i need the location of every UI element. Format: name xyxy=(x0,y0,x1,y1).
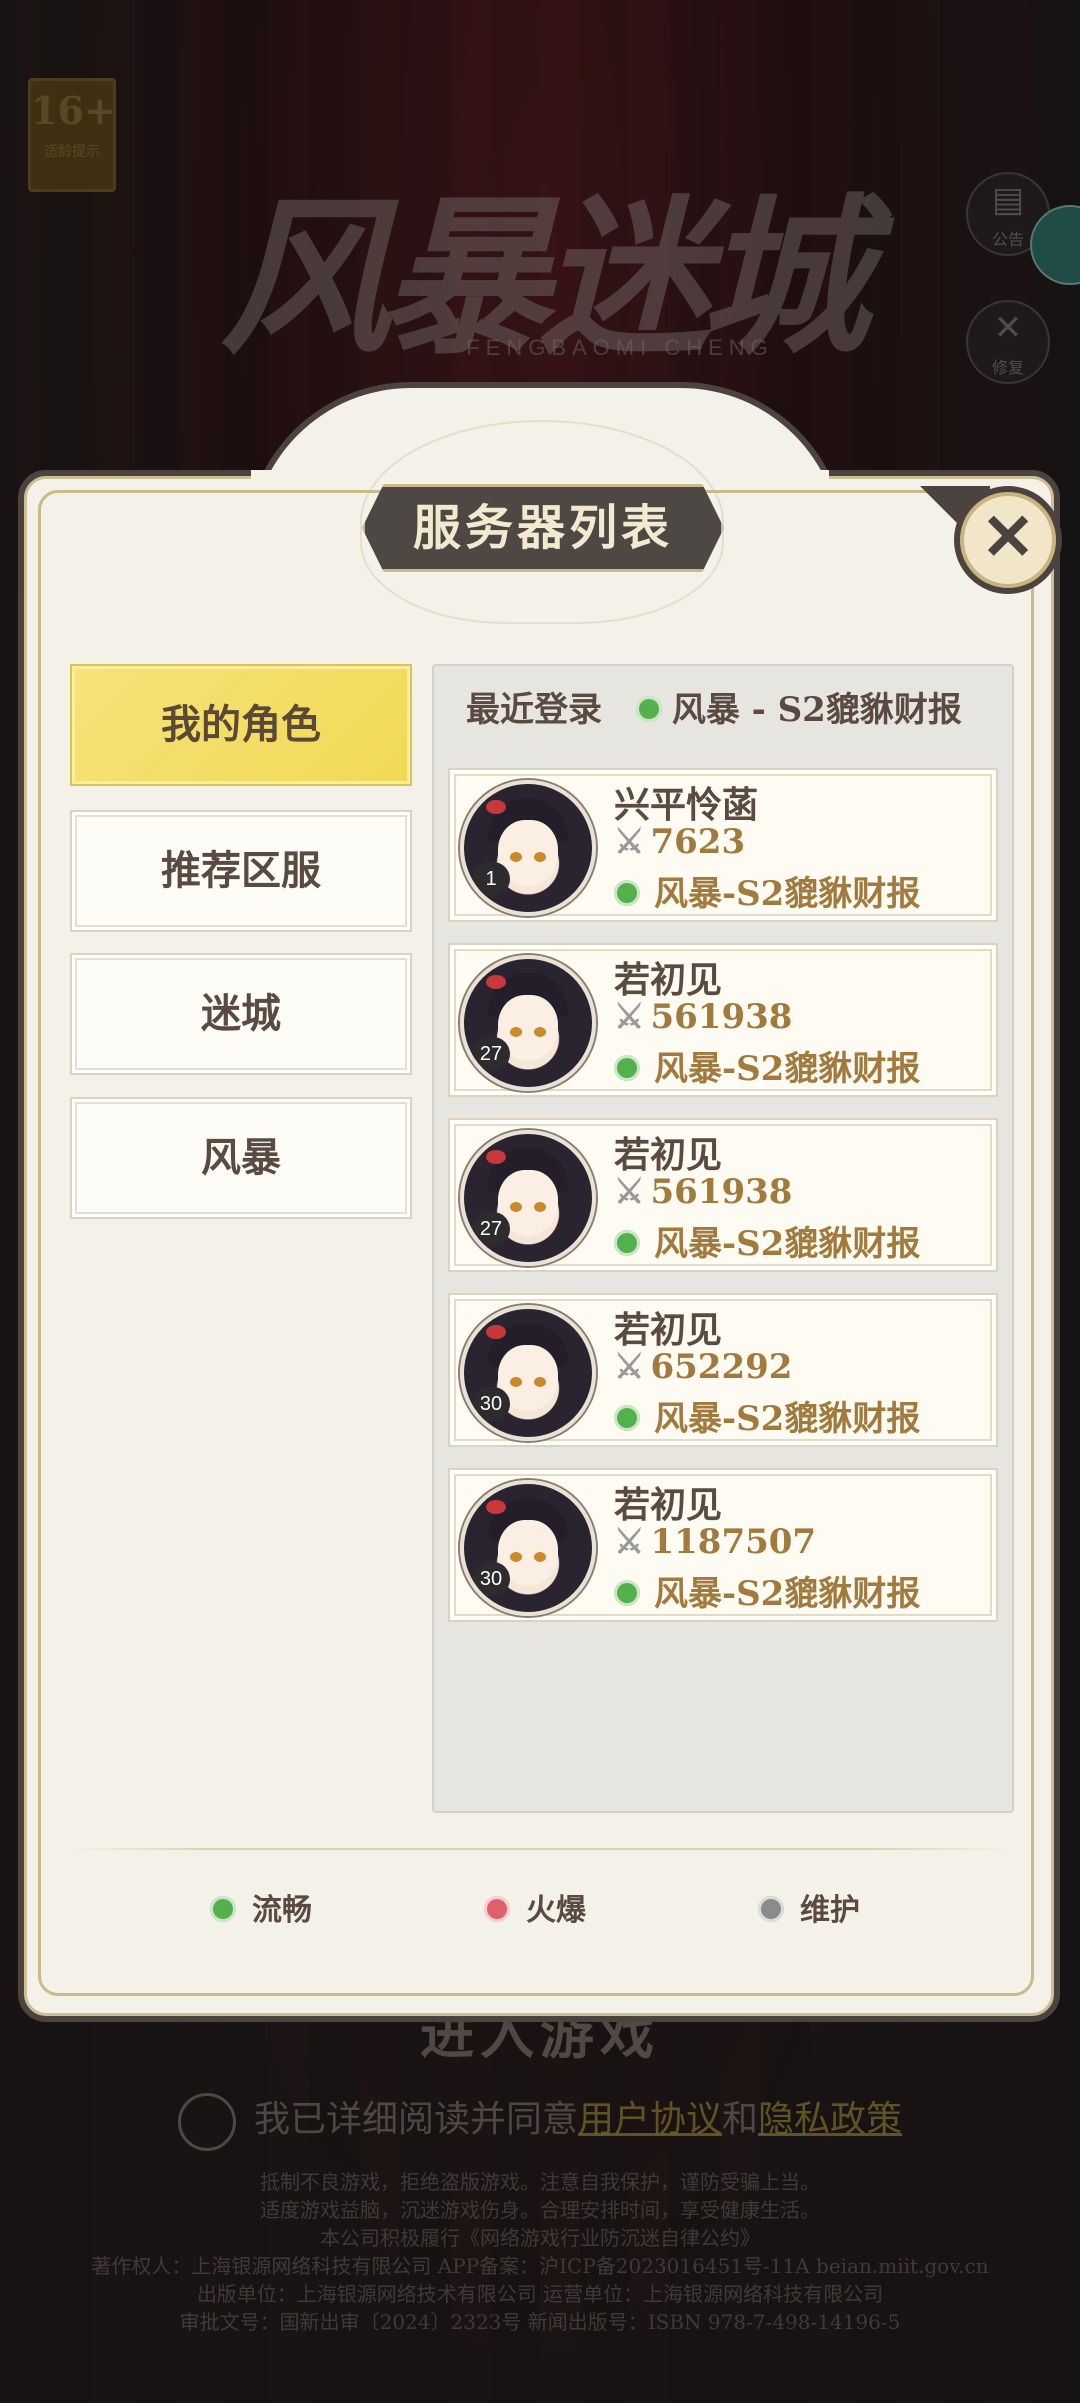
legend-label: 火爆 xyxy=(526,1893,586,1928)
character-card[interactable]: 30 若初见 ⚔ 652292 风暴-S2貔貅财报 xyxy=(448,1293,998,1447)
character-name: 若初见 xyxy=(614,1309,723,1351)
legend-label: 流畅 xyxy=(252,1893,312,1928)
status-smooth-icon xyxy=(614,1405,640,1431)
legend-smooth: 流畅 xyxy=(210,1886,312,1936)
tab-fengbao[interactable]: 风暴 xyxy=(70,1097,412,1219)
character-level-badge: 27 xyxy=(472,1037,510,1071)
crossed-swords-icon: ⚔ xyxy=(614,822,645,862)
character-avatar: 30 xyxy=(460,1480,596,1616)
character-power: 652292 xyxy=(650,1347,793,1387)
character-power: 561938 xyxy=(650,997,793,1037)
character-avatar: 1 xyxy=(460,780,596,916)
legend-busy: 火爆 xyxy=(484,1886,586,1936)
character-card[interactable]: 27 若初见 ⚔ 561938 风暴-S2貔貅财报 xyxy=(448,1118,998,1272)
character-avatar: 27 xyxy=(460,1130,596,1266)
dialog-title: 服务器列表 xyxy=(362,484,724,572)
character-card[interactable]: 27 若初见 ⚔ 561938 风暴-S2貔貅财报 xyxy=(448,943,998,1097)
character-power: 1187507 xyxy=(650,1522,817,1562)
character-level-badge: 30 xyxy=(472,1387,510,1421)
legend-label: 维护 xyxy=(800,1893,860,1928)
character-name: 若初见 xyxy=(614,959,723,1001)
tab-recommended-servers[interactable]: 推荐区服 xyxy=(70,810,412,932)
character-server: 风暴-S2貔貅财报 xyxy=(654,1049,921,1089)
character-card[interactable]: 1 兴平怜菡 ⚔ 7623 风暴-S2貔貅财报 xyxy=(448,768,998,922)
close-icon: ✕ xyxy=(981,500,1035,575)
crossed-swords-icon: ⚔ xyxy=(614,1522,645,1562)
close-button[interactable]: ✕ xyxy=(954,486,1062,594)
character-name: 兴平怜菡 xyxy=(614,784,759,826)
legend-maintenance: 维护 xyxy=(758,1886,860,1936)
recent-login-row[interactable]: 最近登录 风暴 - S2貔貅财报 xyxy=(466,680,1006,740)
character-level-badge: 27 xyxy=(472,1212,510,1246)
character-avatar: 30 xyxy=(460,1305,596,1441)
tab-micheng[interactable]: 迷城 xyxy=(70,953,412,1075)
status-smooth-icon xyxy=(614,1055,640,1081)
character-avatar: 27 xyxy=(460,955,596,1091)
legend-divider xyxy=(70,1848,1010,1850)
crossed-swords-icon: ⚔ xyxy=(614,1172,645,1212)
status-busy-icon xyxy=(484,1896,510,1922)
character-server: 风暴-S2貔貅财报 xyxy=(654,1399,921,1439)
status-smooth-icon xyxy=(614,1580,640,1606)
character-level-badge: 1 xyxy=(472,862,510,896)
crossed-swords-icon: ⚔ xyxy=(614,997,645,1037)
character-server: 风暴-S2貔貅财报 xyxy=(654,1574,921,1614)
character-server: 风暴-S2貔貅财报 xyxy=(654,1224,921,1264)
crossed-swords-icon: ⚔ xyxy=(614,1347,645,1387)
character-name: 若初见 xyxy=(614,1484,723,1526)
character-server: 风暴-S2貔貅财报 xyxy=(654,874,921,914)
recent-server-name: 风暴 - S2貔貅财报 xyxy=(671,690,962,730)
status-smooth-icon xyxy=(614,880,640,906)
tab-my-characters[interactable]: 我的角色 xyxy=(70,664,412,786)
character-level-badge: 30 xyxy=(472,1562,510,1596)
character-power: 561938 xyxy=(650,1172,793,1212)
character-name: 若初见 xyxy=(614,1134,723,1176)
status-maintenance-icon xyxy=(758,1896,784,1922)
status-smooth-icon xyxy=(635,696,662,722)
character-card[interactable]: 30 若初见 ⚔ 1187507 风暴-S2貔貅财报 xyxy=(448,1468,998,1622)
status-smooth-icon xyxy=(614,1230,640,1256)
status-smooth-icon xyxy=(210,1896,236,1922)
recent-login-label: 最近登录 xyxy=(466,690,602,730)
character-power: 7623 xyxy=(650,822,746,862)
